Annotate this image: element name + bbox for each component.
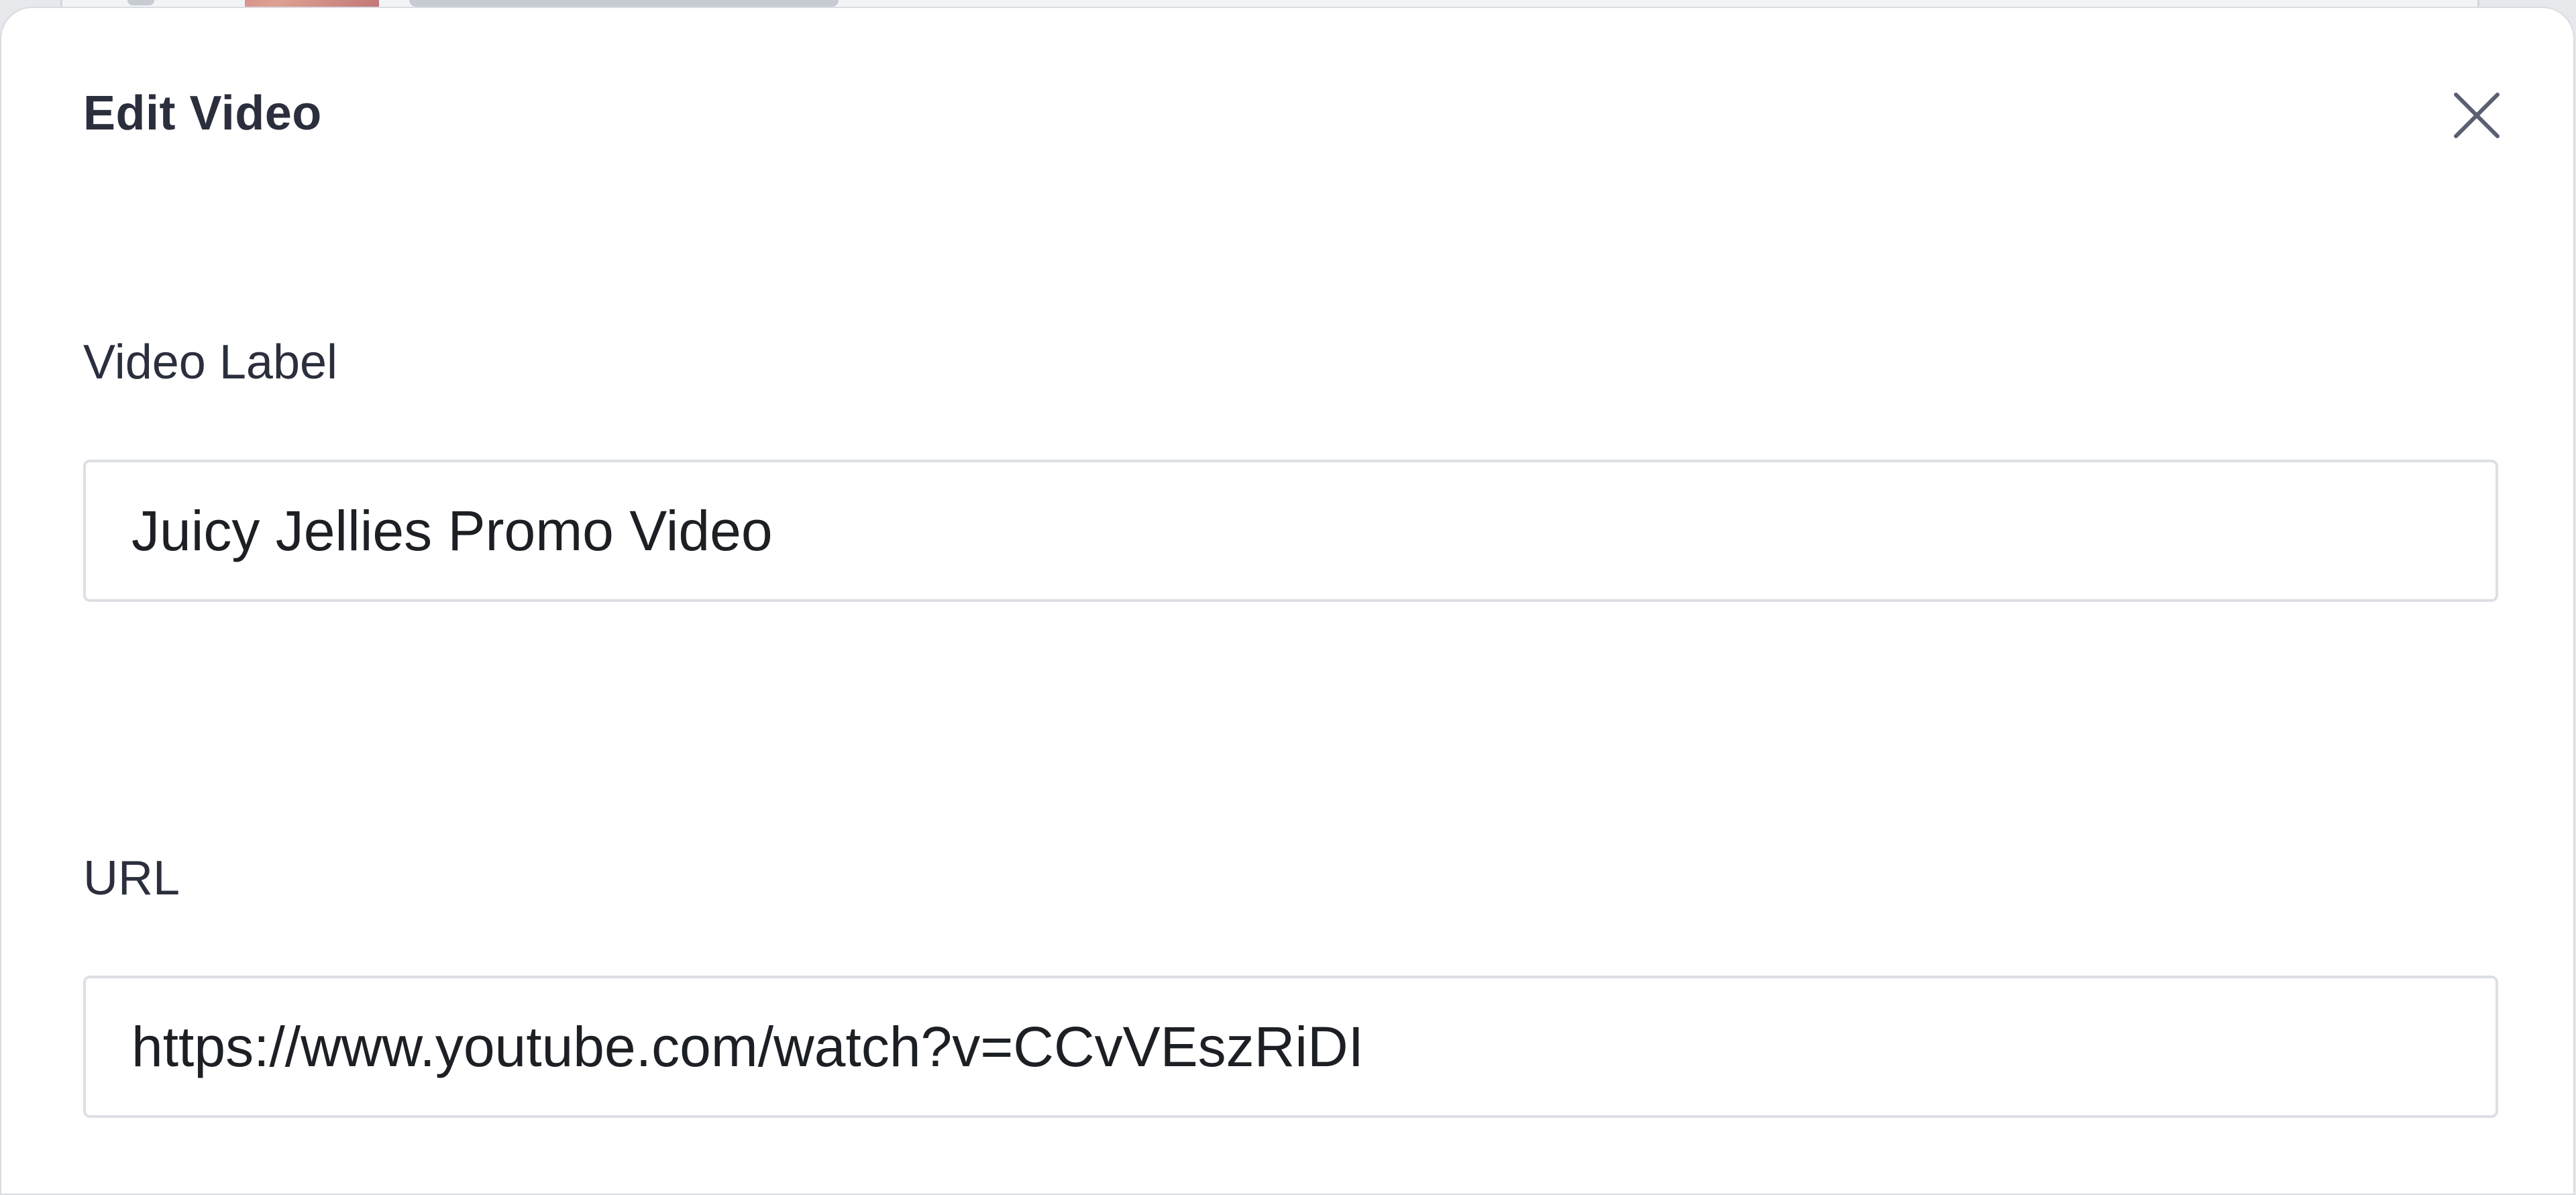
url-input[interactable] xyxy=(83,976,2498,1118)
background-row-handle xyxy=(127,0,154,5)
close-icon xyxy=(2454,93,2500,138)
url-field-label: URL xyxy=(83,851,180,905)
edit-video-modal: Edit Video Video Label URL xyxy=(0,7,2575,1195)
video-label-input[interactable] xyxy=(83,460,2498,602)
background-row-text xyxy=(409,0,839,7)
video-label-field-label: Video Label xyxy=(83,335,338,389)
close-button[interactable] xyxy=(2436,75,2517,156)
modal-title: Edit Video xyxy=(83,87,322,140)
